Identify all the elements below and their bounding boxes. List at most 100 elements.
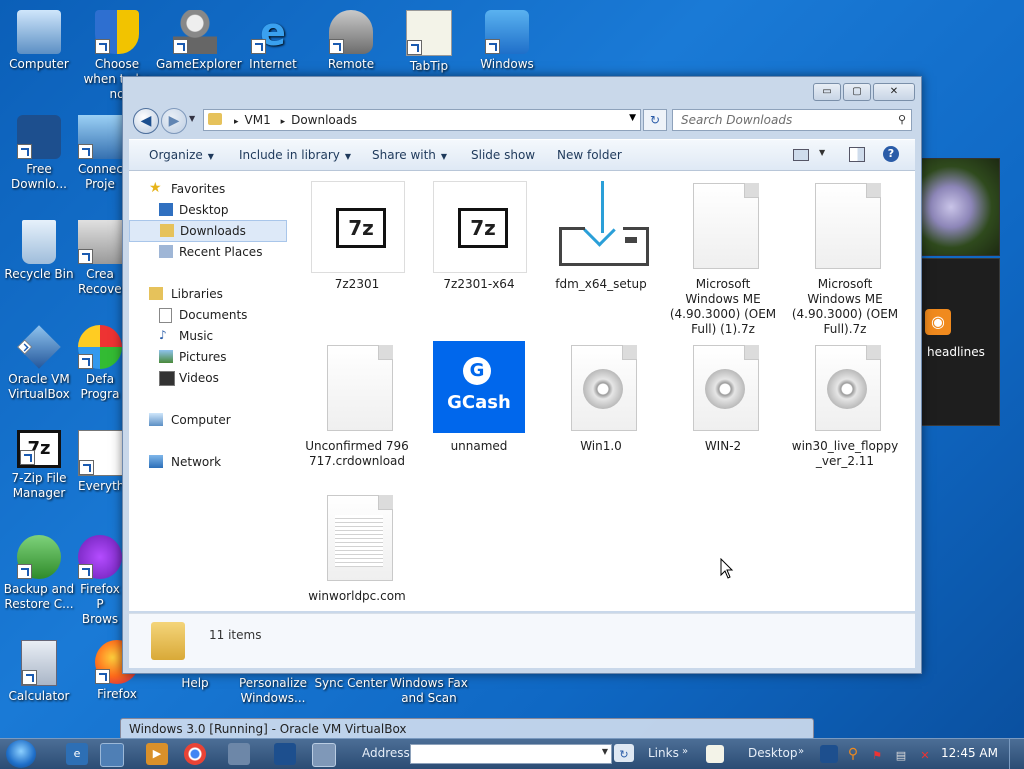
fdm-taskbar-icon[interactable] xyxy=(274,743,296,765)
slideshow-gadget[interactable] xyxy=(918,158,1000,256)
file-item[interactable]: Microsoft Windows ME (4.90.3000) (OEM Fu… xyxy=(668,179,778,337)
desktop-icon-help[interactable]: Help xyxy=(156,676,234,691)
nav-videos[interactable]: Videos xyxy=(129,368,287,388)
volume-muted-icon[interactable]: ✕ xyxy=(916,745,934,763)
file-item[interactable]: win30_live_floppy_ver_2.11 xyxy=(790,341,900,469)
search-tray-icon[interactable]: ⚲ xyxy=(844,745,862,763)
desktop-icon-recycle-bin[interactable]: Recycle Bin xyxy=(0,220,78,282)
recent-pages-dropdown[interactable]: ▼ xyxy=(189,114,195,123)
nav-libraries[interactable]: Libraries xyxy=(129,284,287,304)
file-item[interactable]: WIN-2 xyxy=(668,341,778,454)
file-item[interactable]: Unconfirmed 796717.crdownload xyxy=(302,341,412,469)
address-dropdown-icon[interactable]: ▼ xyxy=(602,747,608,756)
backup-icon xyxy=(17,535,61,579)
desktop-icon-default-programs[interactable]: Defa Progra xyxy=(78,325,122,402)
media-taskbar-icon[interactable]: ▶ xyxy=(146,743,168,765)
file-item[interactable]: winworldpc.com xyxy=(302,491,412,604)
search-input[interactable]: Search Downloads ⚲ xyxy=(672,109,912,131)
star-icon: ★ xyxy=(149,180,162,196)
nav-documents[interactable]: Documents xyxy=(129,305,287,325)
desktop-icon-computer[interactable]: Computer xyxy=(0,10,78,72)
desktop-icon-recovery[interactable]: Crea Recover xyxy=(78,220,122,297)
action-center-icon[interactable]: ⚑ xyxy=(868,745,886,763)
desktop-icon-backup[interactable]: Backup and Restore C... xyxy=(0,535,78,612)
forward-button[interactable]: ▶ xyxy=(161,108,187,134)
view-options-icon[interactable] xyxy=(793,149,809,161)
file-item[interactable]: G GCash unnamed xyxy=(424,341,534,454)
nav-network[interactable]: Network xyxy=(129,452,287,472)
nav-recent-places[interactable]: Recent Places xyxy=(129,242,287,262)
include-in-library-button[interactable]: Include in library ▼ xyxy=(239,148,351,162)
desktop-icon-personalize[interactable]: Personalize Windows... xyxy=(234,676,312,706)
desktop-icon-connect-projector[interactable]: Connec Proje xyxy=(78,115,122,192)
tabtip-taskbar-icon[interactable] xyxy=(312,743,336,767)
breadcrumb-downloads[interactable]: Downloads xyxy=(291,113,357,127)
refresh-button[interactable]: ↻ xyxy=(643,109,667,131)
fdm-tray-icon[interactable] xyxy=(820,745,838,763)
view-dropdown-icon[interactable]: ▼ xyxy=(819,148,825,157)
desktop-chevron-icon[interactable]: » xyxy=(798,746,804,757)
network-tray-icon[interactable]: ▤ xyxy=(892,745,910,763)
nav-favorites[interactable]: ★ Favorites xyxy=(129,179,287,199)
nav-desktop[interactable]: Desktop xyxy=(129,200,287,220)
show-desktop-button[interactable] xyxy=(1009,739,1024,769)
links-chevron-icon[interactable]: » xyxy=(682,746,688,757)
back-button[interactable]: ◀ xyxy=(133,108,159,134)
file-item[interactable]: 7z 7z2301 xyxy=(302,179,412,292)
slide-show-button[interactable]: Slide show xyxy=(471,148,535,162)
explorer-taskbar-icon[interactable] xyxy=(100,743,124,767)
file-item[interactable]: fdm_x64_setup xyxy=(546,179,656,292)
new-folder-button[interactable]: New folder xyxy=(557,148,622,162)
desktop-icon-everything[interactable]: Everyth xyxy=(78,430,122,494)
maximize-button[interactable]: ▢ xyxy=(843,83,871,101)
preview-pane-icon[interactable] xyxy=(849,147,865,162)
address-dropdown-icon[interactable]: ▼ xyxy=(629,113,636,123)
virtualbox-window-title[interactable]: Windows 3.0 [Running] - Oracle VM Virtua… xyxy=(120,718,814,740)
blank-document-icon xyxy=(327,345,393,431)
breadcrumb-vm1[interactable]: VM1 xyxy=(245,113,271,127)
nav-music[interactable]: ♪ Music xyxy=(129,326,287,346)
organize-button[interactable]: Organize ▼ xyxy=(149,148,214,162)
file-item[interactable]: Microsoft Windows ME (4.90.3000) (OEM Fu… xyxy=(790,179,900,337)
file-item[interactable]: 7z 7z2301-x64 xyxy=(424,179,534,292)
desktop-icon-7zip[interactable]: 7z 7-Zip File Manager xyxy=(0,430,78,501)
address-bar[interactable]: ▸ VM1 ▸ Downloads ▼ xyxy=(203,109,641,131)
close-button[interactable]: ✕ xyxy=(873,83,915,101)
nav-pictures[interactable]: Pictures xyxy=(129,347,287,367)
desktop-toolbar-label[interactable]: Desktop xyxy=(748,746,798,760)
tabtip-tray-icon[interactable] xyxy=(706,745,724,763)
desktop-icon-internet[interactable]: e Internet xyxy=(234,10,312,72)
desktop-icon-calculator[interactable]: Calculator xyxy=(0,640,78,704)
share-with-button[interactable]: Share with ▼ xyxy=(372,148,447,162)
minimize-button[interactable]: ▭ xyxy=(813,83,841,101)
taskbar-address-input[interactable]: ▼ xyxy=(410,744,612,764)
downloads-folder-icon xyxy=(160,224,174,237)
explorer-window[interactable]: ▭ ▢ ✕ ◀ ▶ ▼ ▸ VM1 ▸ Downloads ▼ ↻ Search D… xyxy=(122,76,922,674)
desktop-icon xyxy=(159,203,173,216)
desktop-icon-firefox-private[interactable]: Firefox P Brows xyxy=(78,535,122,627)
7zip-icon: 7z xyxy=(17,430,61,468)
ie-taskbar-icon[interactable]: e xyxy=(66,743,88,765)
desktop-icon-fdm[interactable]: Free Downlo... xyxy=(0,115,78,192)
start-button[interactable] xyxy=(6,740,36,768)
desktop-icon-tabtip[interactable]: TabTip xyxy=(390,10,468,74)
go-icon[interactable]: ↻ xyxy=(614,744,634,762)
chrome-taskbar-icon[interactable] xyxy=(184,743,206,765)
desktop-icon-fax-scan[interactable]: Windows Fax and Scan xyxy=(390,676,468,706)
desktop-icon-windows[interactable]: Windows xyxy=(468,10,546,72)
details-pane: 11 items xyxy=(129,613,915,668)
file-name: unnamed xyxy=(450,439,508,453)
file-item[interactable]: Win1.0 xyxy=(546,341,656,454)
clock[interactable]: 12:45 AM xyxy=(941,746,998,760)
links-toolbar-label[interactable]: Links xyxy=(648,746,679,760)
help-icon[interactable]: ? xyxy=(883,146,899,162)
desktop-icon-remote[interactable]: Remote xyxy=(312,10,390,72)
feed-headlines-gadget[interactable]: ◉ headlines xyxy=(918,258,1000,426)
gcash-icon: G GCash xyxy=(433,341,525,433)
desktop-icon-virtualbox[interactable]: Oracle VM VirtualBox xyxy=(0,325,78,402)
desktop-icon-sync-center[interactable]: Sync Center xyxy=(312,676,390,691)
desktop-icon-gameexplorer[interactable]: GameExplorer xyxy=(156,10,242,72)
nav-computer[interactable]: Computer xyxy=(129,410,287,430)
nav-downloads[interactable]: Downloads xyxy=(129,220,287,242)
virtualbox-taskbar-icon[interactable] xyxy=(228,743,250,765)
